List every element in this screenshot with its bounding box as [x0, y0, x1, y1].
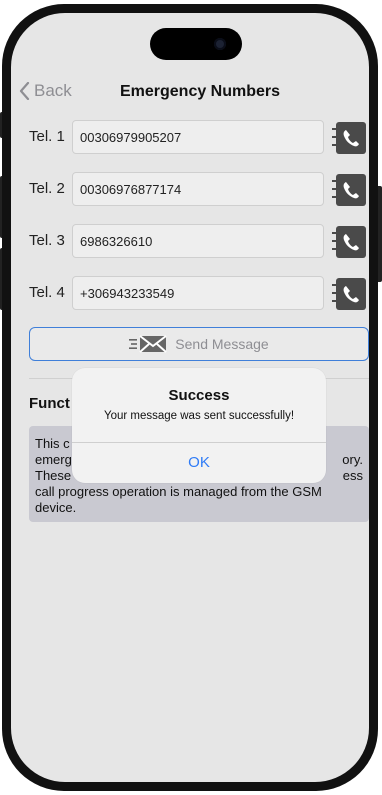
description-line: emerg	[35, 452, 72, 467]
phone-row-3: Tel. 3 6986326610	[29, 224, 366, 260]
phone-number-input[interactable]: 00306976877174	[72, 172, 324, 206]
description-line: call progress operation is managed from …	[35, 484, 322, 499]
phone-label: Tel. 3	[29, 232, 65, 249]
phone-row-1: Tel. 1 00306979905207	[29, 120, 366, 156]
send-mail-icon	[129, 335, 167, 353]
dynamic-island	[150, 28, 242, 60]
ok-button[interactable]: OK	[72, 442, 326, 483]
phone-label: Tel. 4	[29, 284, 65, 301]
description-line-end: ess	[342, 468, 363, 483]
call-icon[interactable]	[332, 278, 366, 310]
phone-row-2: Tel. 2 00306976877174	[29, 172, 366, 208]
phone-number-input[interactable]: 00306979905207	[72, 120, 324, 154]
alert-message: Your message was sent successfully!	[103, 410, 295, 422]
phone-label: Tel. 2	[29, 180, 65, 197]
alert-title: Success	[168, 387, 230, 404]
navigation-bar: Back Emergency Numbers	[11, 75, 369, 115]
description-line: This c	[35, 436, 70, 451]
phone-frame: Back Emergency Numbers Tel. 1 0030697990…	[2, 4, 378, 791]
phone-row-4: Tel. 4 +306943233549	[29, 276, 366, 312]
call-icon[interactable]	[332, 174, 366, 206]
camera-icon	[214, 38, 226, 50]
call-icon[interactable]	[332, 122, 366, 154]
functions-title: Funct	[29, 395, 70, 412]
description-line: These	[35, 468, 72, 483]
phone-number-input[interactable]: +306943233549	[72, 276, 324, 310]
description-line: device.	[35, 500, 77, 515]
success-alert-dialog: Success Your message was sent successful…	[72, 368, 326, 483]
description-line-end: ory.	[342, 452, 363, 467]
page-title: Emergency Numbers	[119, 83, 281, 100]
phone-screen: Back Emergency Numbers Tel. 1 0030697990…	[11, 13, 369, 782]
phone-label: Tel. 1	[29, 128, 65, 145]
call-icon[interactable]	[332, 226, 366, 258]
send-message-button[interactable]: Send Message	[29, 327, 369, 361]
send-message-label: Send Message	[175, 336, 269, 352]
phone-number-input[interactable]: 6986326610	[72, 224, 324, 258]
